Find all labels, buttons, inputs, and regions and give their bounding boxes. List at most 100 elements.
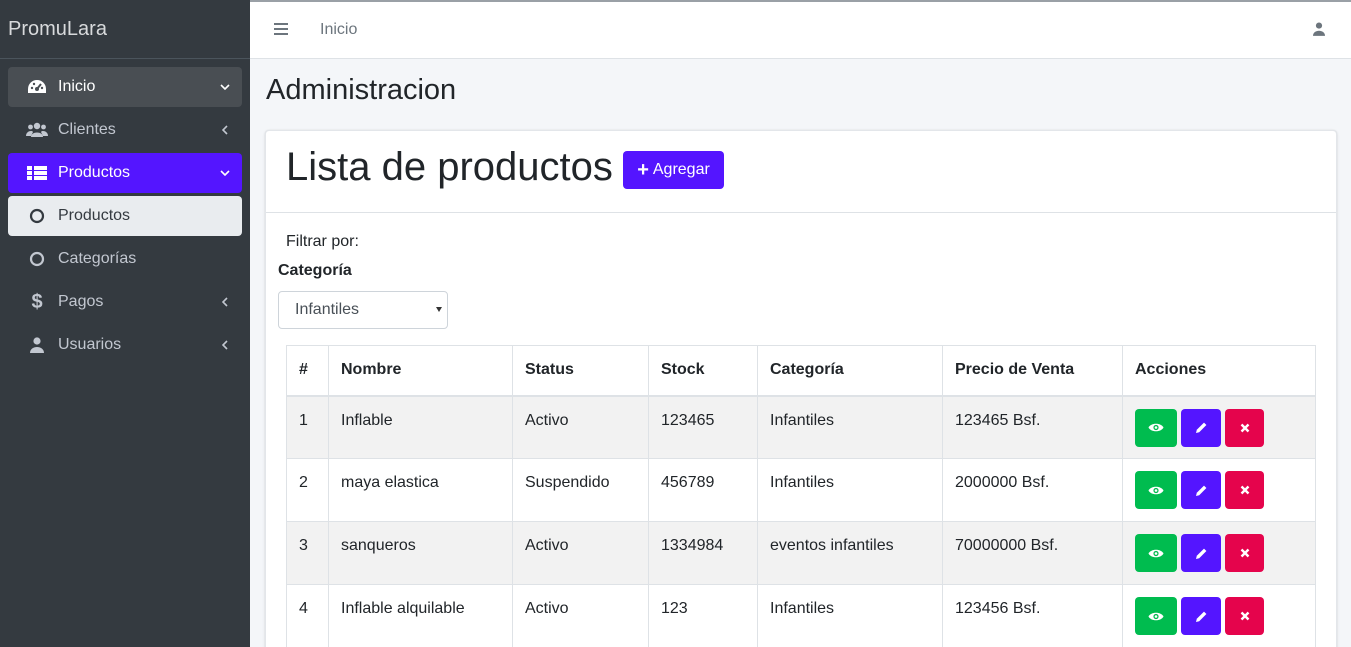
edit-button[interactable] [1181, 471, 1221, 509]
edit-button[interactable] [1181, 534, 1221, 572]
close-icon [1240, 423, 1249, 432]
cell-categoria: Infantiles [757, 584, 943, 647]
sidebar-item-pagos[interactable]: $ Pagos [8, 282, 242, 322]
sidebar-subitem-categorias[interactable]: Categorías [8, 239, 242, 279]
table-row: 1 Inflable Activo 123465 Infantiles 1234… [286, 395, 1316, 459]
chevron-left-icon [218, 123, 232, 137]
sidebar-subitem-productos[interactable]: Productos [8, 196, 242, 236]
products-card: Lista de productos + Agregar Filtrar por… [265, 130, 1337, 647]
view-button[interactable] [1135, 471, 1177, 509]
sidebar-item-usuarios[interactable]: Usuarios [8, 325, 242, 365]
cell-precio: 70000000 Bsf. [942, 521, 1123, 585]
user-icon[interactable] [1313, 22, 1327, 38]
cell-acciones [1122, 458, 1316, 522]
cell-stock: 123465 [648, 395, 758, 459]
tachometer-icon [26, 78, 48, 96]
caret-down-icon [436, 307, 442, 312]
chevron-down-icon [218, 80, 232, 94]
cell-stock: 123 [648, 584, 758, 647]
close-icon [1240, 611, 1249, 621]
sidebar-nav: Inicio Clientes Productos Productos Cate… [0, 59, 250, 365]
table-row: 3 sanqueros Activo 1334984 eventos infan… [286, 521, 1316, 585]
column-header: Stock [648, 345, 758, 397]
circle-icon [26, 207, 48, 225]
view-button[interactable] [1135, 534, 1177, 572]
table-row: 4 Inflable alquilable Activo 123 Infanti… [286, 584, 1316, 647]
pencil-icon [1195, 611, 1206, 622]
users-icon [26, 121, 48, 139]
table-row: 2 maya elastica Suspendido 456789 Infant… [286, 458, 1316, 522]
eye-icon [1148, 549, 1164, 557]
cell-precio: 123465 Bsf. [942, 395, 1123, 459]
eye-icon [1148, 612, 1164, 620]
cell-acciones [1122, 584, 1316, 647]
list-icon [26, 164, 48, 182]
filter-label: Filtrar por: [286, 233, 359, 250]
user-icon [26, 336, 48, 354]
pencil-icon [1195, 548, 1206, 559]
category-label: Categoría [278, 262, 352, 279]
sidebar-item-label: Productos [58, 164, 131, 181]
column-header: # [286, 345, 329, 397]
page-title: Administracion [266, 74, 457, 106]
cell-status: Activo [512, 584, 649, 647]
dollar-icon: $ [31, 290, 43, 313]
cell-id: 1 [286, 395, 329, 459]
add-product-button[interactable]: + Agregar [623, 151, 724, 189]
delete-button[interactable] [1225, 408, 1264, 447]
edit-button[interactable] [1181, 408, 1221, 447]
delete-button[interactable] [1225, 597, 1264, 635]
sidebar-item-label: Usuarios [58, 336, 122, 353]
brand-logo[interactable]: PromuLara [0, 0, 250, 59]
column-header: Status [512, 345, 649, 397]
cell-status: Activo [512, 395, 649, 459]
top-navbar: Inicio [250, 0, 1351, 59]
category-select-value: Infantiles [295, 301, 360, 318]
cell-categoria: Infantiles [757, 395, 943, 459]
sidebar-item-label: Productos [58, 207, 131, 224]
close-icon [1240, 485, 1249, 495]
cell-precio: 2000000 Bsf. [942, 458, 1123, 522]
cell-nombre: Inflable [328, 395, 513, 459]
sidebar-item-label: Clientes [58, 121, 116, 138]
cell-categoria: eventos infantiles [757, 521, 943, 585]
cell-acciones [1122, 521, 1316, 585]
cell-nombre: Inflable alquilable [328, 584, 513, 647]
products-table: # Nombre Status Stock Categoría Precio d… [286, 345, 1316, 647]
pencil-icon [1195, 422, 1206, 433]
eye-icon [1148, 486, 1164, 494]
cell-acciones [1122, 395, 1316, 459]
hamburger-menu-icon[interactable] [274, 23, 288, 35]
add-button-label: Agregar [652, 161, 710, 178]
chevron-left-icon [218, 338, 232, 352]
cell-id: 3 [286, 521, 329, 585]
sidebar-item-label: Pagos [58, 293, 104, 310]
column-header: Categoría [757, 345, 943, 397]
plus-icon: + [637, 159, 649, 181]
category-select[interactable]: Infantiles [278, 291, 448, 329]
sidebar-item-label: Inicio [58, 78, 96, 95]
sidebar-item-inicio[interactable]: Inicio [8, 67, 242, 107]
cell-id: 2 [286, 458, 329, 522]
delete-button[interactable] [1225, 471, 1264, 509]
card-title: Lista de productos [286, 145, 613, 189]
edit-button[interactable] [1181, 597, 1221, 635]
cell-precio: 123456 Bsf. [942, 584, 1123, 647]
cell-nombre: sanqueros [328, 521, 513, 585]
cell-id: 4 [286, 584, 329, 647]
column-header: Acciones [1122, 345, 1316, 397]
column-header: Nombre [328, 345, 513, 397]
eye-icon [1148, 423, 1164, 432]
view-button[interactable] [1135, 597, 1177, 635]
sidebar-item-productos[interactable]: Productos [8, 153, 242, 193]
cell-categoria: Infantiles [757, 458, 943, 522]
breadcrumb-inicio[interactable]: Inicio [320, 21, 357, 39]
table-header-row: # Nombre Status Stock Categoría Precio d… [286, 345, 1316, 397]
cell-status: Suspendido [512, 458, 649, 522]
circle-icon [26, 250, 48, 268]
view-button[interactable] [1135, 408, 1177, 447]
cell-nombre: maya elastica [328, 458, 513, 522]
cell-status: Activo [512, 521, 649, 585]
sidebar-item-clientes[interactable]: Clientes [8, 110, 242, 150]
delete-button[interactable] [1225, 534, 1264, 572]
